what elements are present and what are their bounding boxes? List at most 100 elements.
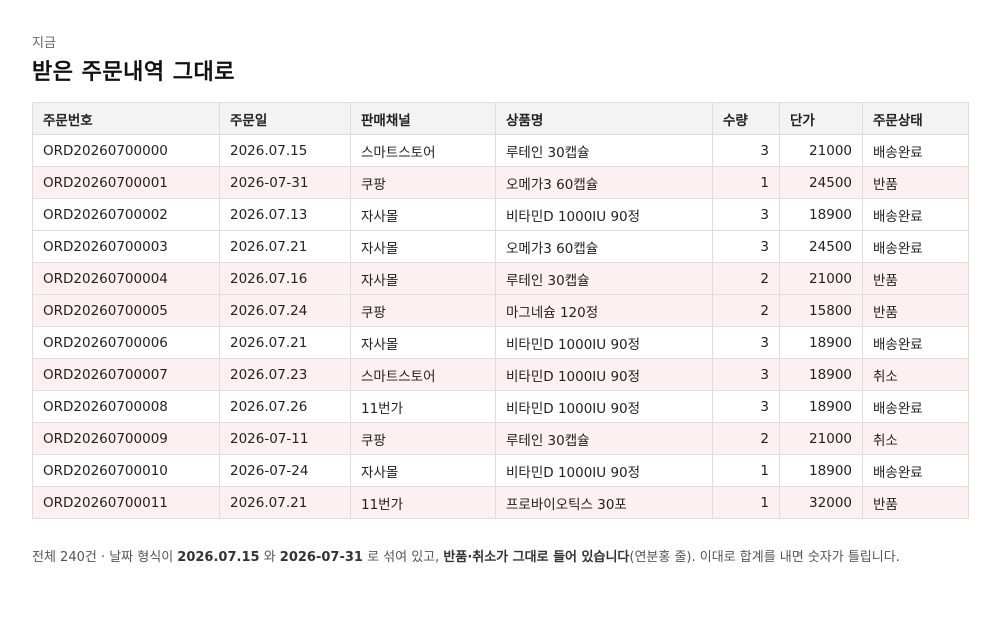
cell-channel: 자사몰 [350,454,496,487]
cell-channel: 스마트스토어 [350,358,496,391]
cell-order-id: ORD20260700007 [32,358,220,391]
cell-unit-price: 24500 [779,166,863,199]
cell-channel: 스마트스토어 [350,134,496,167]
table-row: ORD20260700001 2026-07-31 쿠팡 오메가3 60캡슐 1 2450… [32,166,969,199]
col-header-order-date: 주문일 [219,102,351,135]
cell-quantity: 2 [712,294,780,327]
cell-product: 오메가3 60캡슐 [495,230,713,263]
cell-unit-price: 18900 [779,326,863,359]
col-header-order-id: 주문번호 [32,102,220,135]
cell-order-id: ORD20260700009 [32,422,220,455]
cell-quantity: 3 [712,358,780,391]
col-header-quantity: 수량 [712,102,780,135]
cell-product: 비타민D 1000IU 90정 [495,454,713,487]
cell-unit-price: 18900 [779,198,863,231]
orders-table: 주문번호 주문일 판매채널 상품명 수량 단가 주문상태 ORD20260700… [32,102,969,519]
cell-order-date: 2026.07.24 [219,294,351,327]
table-row: ORD20260700008 2026.07.26 11번가 비타민D 1000IU … [32,390,969,423]
cell-channel: 자사몰 [350,262,496,295]
cell-product: 루테인 30캡슐 [495,262,713,295]
cell-order-id: ORD20260700002 [32,198,220,231]
cell-channel: 자사몰 [350,230,496,263]
table-row: ORD20260700010 2026-07-24 자사몰 비타민D 1000IU 9… [32,454,969,487]
col-header-channel: 판매채널 [350,102,496,135]
table-row: ORD20260700006 2026.07.21 자사몰 비타민D 1000IU 9… [32,326,969,359]
footnote-date-format-a: 2026.07.15 [177,550,260,565]
cell-status: 반품 [862,486,969,519]
table-body: ORD20260700000 2026.07.15 스마트스토어 루테인 30캡슐 3 2… [32,134,969,519]
cell-product: 비타민D 1000IU 90정 [495,390,713,423]
cell-status: 배송완료 [862,230,969,263]
cell-product: 프로바이오틱스 30포 [495,486,713,519]
footnote-text-3: 로 섞여 있고, [362,550,444,565]
cell-status: 취소 [862,422,969,455]
cell-quantity: 3 [712,230,780,263]
cell-unit-price: 21000 [779,422,863,455]
cell-product: 오메가3 60캡슐 [495,166,713,199]
cell-product: 루테인 30캡슐 [495,422,713,455]
cell-unit-price: 32000 [779,486,863,519]
cell-status: 반품 [862,294,969,327]
footnote-text-1: 전체 240건 · 날짜 형식이 [32,550,178,565]
cell-unit-price: 18900 [779,358,863,391]
col-header-product: 상품명 [495,102,713,135]
table-row: ORD20260700000 2026.07.15 스마트스토어 루테인 30캡슐 3 2… [32,134,969,167]
cell-order-date: 2026.07.21 [219,486,351,519]
cell-product: 비타민D 1000IU 90정 [495,358,713,391]
cell-unit-price: 18900 [779,390,863,423]
cell-order-date: 2026.07.13 [219,198,351,231]
cell-status: 반품 [862,262,969,295]
cell-status: 배송완료 [862,390,969,423]
cell-order-id: ORD20260700008 [32,390,220,423]
cell-channel: 쿠팡 [350,166,496,199]
cell-unit-price: 24500 [779,230,863,263]
table-row: ORD20260700009 2026-07-11 쿠팡 루테인 30캡슐 2 21000… [32,422,969,455]
cell-channel: 자사몰 [350,326,496,359]
cell-unit-price: 15800 [779,294,863,327]
cell-product: 루테인 30캡슐 [495,134,713,167]
cell-quantity: 1 [712,166,780,199]
table-row: ORD20260700002 2026.07.13 자사몰 비타민D 1000IU 9… [32,198,969,231]
table-row: ORD20260700005 2026.07.24 쿠팡 마그네슘 120정 2 1580… [32,294,969,327]
cell-order-date: 2026-07-11 [219,422,351,455]
cell-order-id: ORD20260700004 [32,262,220,295]
cell-order-date: 2026-07-31 [219,166,351,199]
cell-order-id: ORD20260700000 [32,134,220,167]
cell-quantity: 1 [712,454,780,487]
table-header-row: 주문번호 주문일 판매채널 상품명 수량 단가 주문상태 [32,102,969,135]
cell-quantity: 1 [712,486,780,519]
cell-status: 배송완료 [862,134,969,167]
eyebrow-label: 지금 [32,36,56,51]
cell-order-date: 2026.07.21 [219,326,351,359]
cell-quantity: 3 [712,198,780,231]
col-header-status: 주문상태 [862,102,969,135]
page-title: 받은 주문내역 그대로 [32,60,235,85]
cell-order-date: 2026.07.26 [219,390,351,423]
cell-unit-price: 18900 [779,454,863,487]
cell-status: 배송완료 [862,454,969,487]
cell-channel: 11번가 [350,486,496,519]
cell-order-id: ORD20260700010 [32,454,220,487]
cell-unit-price: 21000 [779,262,863,295]
cell-quantity: 2 [712,262,780,295]
cell-status: 반품 [862,166,969,199]
cell-product: 비타민D 1000IU 90정 [495,326,713,359]
cell-order-id: ORD20260700001 [32,166,220,199]
footnote-text-2: 와 [259,550,280,565]
cell-product: 마그네슘 120정 [495,294,713,327]
cell-channel: 자사몰 [350,198,496,231]
cell-order-date: 2026.07.21 [219,230,351,263]
footnote-date-format-b: 2026-07-31 [279,550,363,565]
cell-status: 배송완료 [862,198,969,231]
cell-channel: 쿠팡 [350,294,496,327]
cell-order-id: ORD20260700011 [32,486,220,519]
cell-order-date: 2026.07.16 [219,262,351,295]
cell-product: 비타민D 1000IU 90정 [495,198,713,231]
col-header-unit-price: 단가 [779,102,863,135]
cell-order-id: ORD20260700006 [32,326,220,359]
cell-status: 배송완료 [862,326,969,359]
cell-unit-price: 21000 [779,134,863,167]
cell-order-date: 2026.07.15 [219,134,351,167]
footnote-warning: 반품·취소가 그대로 들어 있습니다 [443,550,630,565]
table-row: ORD20260700007 2026.07.23 스마트스토어 비타민D 1000I… [32,358,969,391]
